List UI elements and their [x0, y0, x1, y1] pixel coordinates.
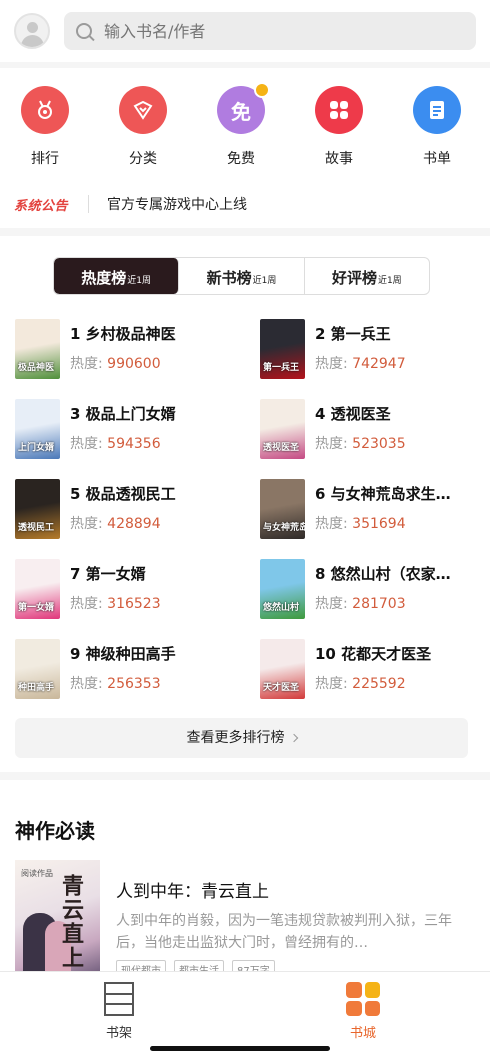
- book-cover: 透视民工: [15, 479, 60, 539]
- category-free[interactable]: 免 免费: [206, 82, 276, 168]
- rank-book-item[interactable]: 悠然山村 8 悠然山村（农家… 热度: 281703: [260, 559, 490, 621]
- book-heat: 热度: 428894: [70, 516, 161, 532]
- category-class[interactable]: 分类: [108, 86, 178, 168]
- book-heat: 热度: 225592: [315, 676, 406, 692]
- book-cover: 透视医圣: [260, 399, 305, 459]
- category-label: 书单: [423, 151, 451, 167]
- medal-icon: [21, 86, 69, 134]
- book-cover: 第一女婿: [15, 559, 60, 619]
- more-ranking-button[interactable]: 查看更多排行榜: [15, 718, 468, 758]
- tab-rating[interactable]: 好评榜 近1周: [305, 258, 429, 294]
- book-cover: 极品神医: [15, 319, 60, 379]
- notice-tag: 系统公告: [14, 198, 69, 214]
- home-indicator[interactable]: [150, 1046, 330, 1051]
- rank-book-item[interactable]: 种田高手 9 神级种田高手 热度: 256353: [15, 639, 245, 701]
- thumb-badge-icon: [254, 82, 270, 98]
- nav-bookshelf[interactable]: 书架: [89, 982, 149, 1041]
- tab-new[interactable]: 新书榜 近1周: [179, 258, 305, 294]
- notice-text: 官方专属游戏中心上线: [107, 197, 248, 213]
- system-notice[interactable]: 系统公告 官方专属游戏中心上线: [14, 194, 247, 214]
- book-heat: 热度: 256353: [70, 676, 161, 692]
- book-heat: 热度: 316523: [70, 596, 161, 612]
- cover-title: 青云直上: [58, 874, 83, 970]
- book-cover[interactable]: 阅读作品 青云直上: [15, 860, 100, 975]
- user-icon: [27, 22, 38, 33]
- book-title: 3 极品上门女婿: [70, 405, 176, 423]
- rank-book-item[interactable]: 第一兵王 2 第一兵王 热度: 742947: [260, 319, 490, 381]
- cover-text: 第一女婿: [18, 603, 55, 613]
- category-label: 分类: [129, 151, 157, 167]
- rank-book-item[interactable]: 透视医圣 4 透视医圣 热度: 523035: [260, 399, 490, 461]
- book-title: 4 透视医圣: [315, 405, 391, 423]
- category-label: 故事: [325, 151, 353, 167]
- search-box[interactable]: [64, 12, 476, 50]
- category-label: 免费: [227, 151, 255, 167]
- book-heat: 热度: 990600: [70, 356, 161, 372]
- book-heat: 热度: 523035: [315, 436, 406, 452]
- nav-bookstore[interactable]: 书城: [333, 982, 393, 1041]
- free-icon: 免: [217, 82, 270, 134]
- rank-book-item[interactable]: 第一女婿 7 第一女婿 热度: 316523: [15, 559, 245, 621]
- cover-text: 极品神医: [18, 363, 55, 373]
- book-heat: 热度: 351694: [315, 516, 406, 532]
- book-title: 6 与女神荒岛求生…: [315, 485, 451, 503]
- book-title: 10 花都天才医圣: [315, 645, 432, 663]
- bookstore-icon: [346, 982, 380, 1016]
- cover-text: 悠然山村: [263, 603, 300, 613]
- ranking-section: 热度榜 近1周 新书榜 近1周 好评榜 近1周 极品神医 1 乡村极品神医 热度: 990…: [0, 236, 490, 772]
- cover-text: 与女神荒岛: [263, 523, 305, 533]
- cover-text: 天才医圣: [263, 683, 300, 693]
- rank-book-item[interactable]: 天才医圣 10 花都天才医圣 热度: 225592: [260, 639, 490, 701]
- category-label: 排行: [31, 151, 59, 167]
- list-icon: [413, 86, 461, 134]
- category-panel: 排行 分类 免 免费 故事 书单 系统公告 官方专属游戏中心上线: [0, 68, 490, 228]
- book-title: 7 第一女婿: [70, 565, 146, 583]
- book-title[interactable]: 人到中年：青云直上: [116, 877, 269, 902]
- book-title: 1 乡村极品神医: [70, 325, 176, 343]
- nav-label: 书城: [349, 1026, 376, 1041]
- book-cover: 天才医圣: [260, 639, 305, 699]
- book-description: 人到中年的肖毅，因为一笔违规贷款被判刑入狱，三年后，当他走出监狱大门时，曾经拥有…: [116, 913, 452, 951]
- cover-publisher: 阅读作品: [21, 869, 53, 878]
- category-booklist[interactable]: 书单: [402, 86, 472, 168]
- top-bar: [0, 0, 490, 62]
- book-heat: 热度: 594356: [70, 436, 161, 452]
- tab-hot[interactable]: 热度榜 近1周: [54, 258, 180, 294]
- cover-text: 上门女婿: [18, 443, 55, 453]
- must-read-section: 神作必读 阅读作品 青云直上 人到中年：青云直上 人到中年的肖毅，因为一笔违规贷…: [0, 780, 490, 980]
- cover-text: 透视医圣: [263, 443, 300, 453]
- book-title: 5 极品透视民工: [70, 485, 176, 503]
- rank-book-item[interactable]: 上门女婿 3 极品上门女婿 热度: 594356: [15, 399, 245, 461]
- category-story[interactable]: 故事: [304, 86, 374, 168]
- bottom-nav: 书架 书城: [0, 971, 490, 1059]
- section-title: 神作必读: [15, 819, 95, 843]
- book-cover: 悠然山村: [260, 559, 305, 619]
- book-heat: 热度: 281703: [315, 596, 406, 612]
- search-icon: [76, 23, 92, 39]
- rank-book-item[interactable]: 透视民工 5 极品透视民工 热度: 428894: [15, 479, 245, 541]
- cover-text: 透视民工: [18, 523, 55, 533]
- rank-book-item[interactable]: 与女神荒岛 6 与女神荒岛求生… 热度: 351694: [260, 479, 490, 541]
- bookshelf-icon: [104, 982, 134, 1016]
- book-title: 2 第一兵王: [315, 325, 391, 343]
- book-cover: 上门女婿: [15, 399, 60, 459]
- nav-label: 书架: [105, 1026, 132, 1041]
- book-cover: 第一兵王: [260, 319, 305, 379]
- avatar[interactable]: [14, 13, 50, 49]
- book-cover: 与女神荒岛: [260, 479, 305, 539]
- heart-box-icon: [119, 86, 167, 134]
- divider: [88, 195, 90, 213]
- cover-text: 第一兵王: [263, 363, 300, 373]
- rank-tabs: 热度榜 近1周 新书榜 近1周 好评榜 近1周: [53, 257, 430, 295]
- search-input[interactable]: [104, 21, 404, 41]
- chevron-right-icon: [289, 733, 298, 743]
- book-cover: 种田高手: [15, 639, 60, 699]
- category-rank[interactable]: 排行: [10, 86, 80, 168]
- cover-text: 种田高手: [18, 683, 55, 693]
- book-title: 9 神级种田高手: [70, 645, 176, 663]
- rank-book-item[interactable]: 极品神医 1 乡村极品神医 热度: 990600: [15, 319, 245, 381]
- book-heat: 热度: 742947: [315, 356, 406, 372]
- grid-icon: [315, 86, 363, 134]
- book-title: 8 悠然山村（农家…: [315, 565, 451, 583]
